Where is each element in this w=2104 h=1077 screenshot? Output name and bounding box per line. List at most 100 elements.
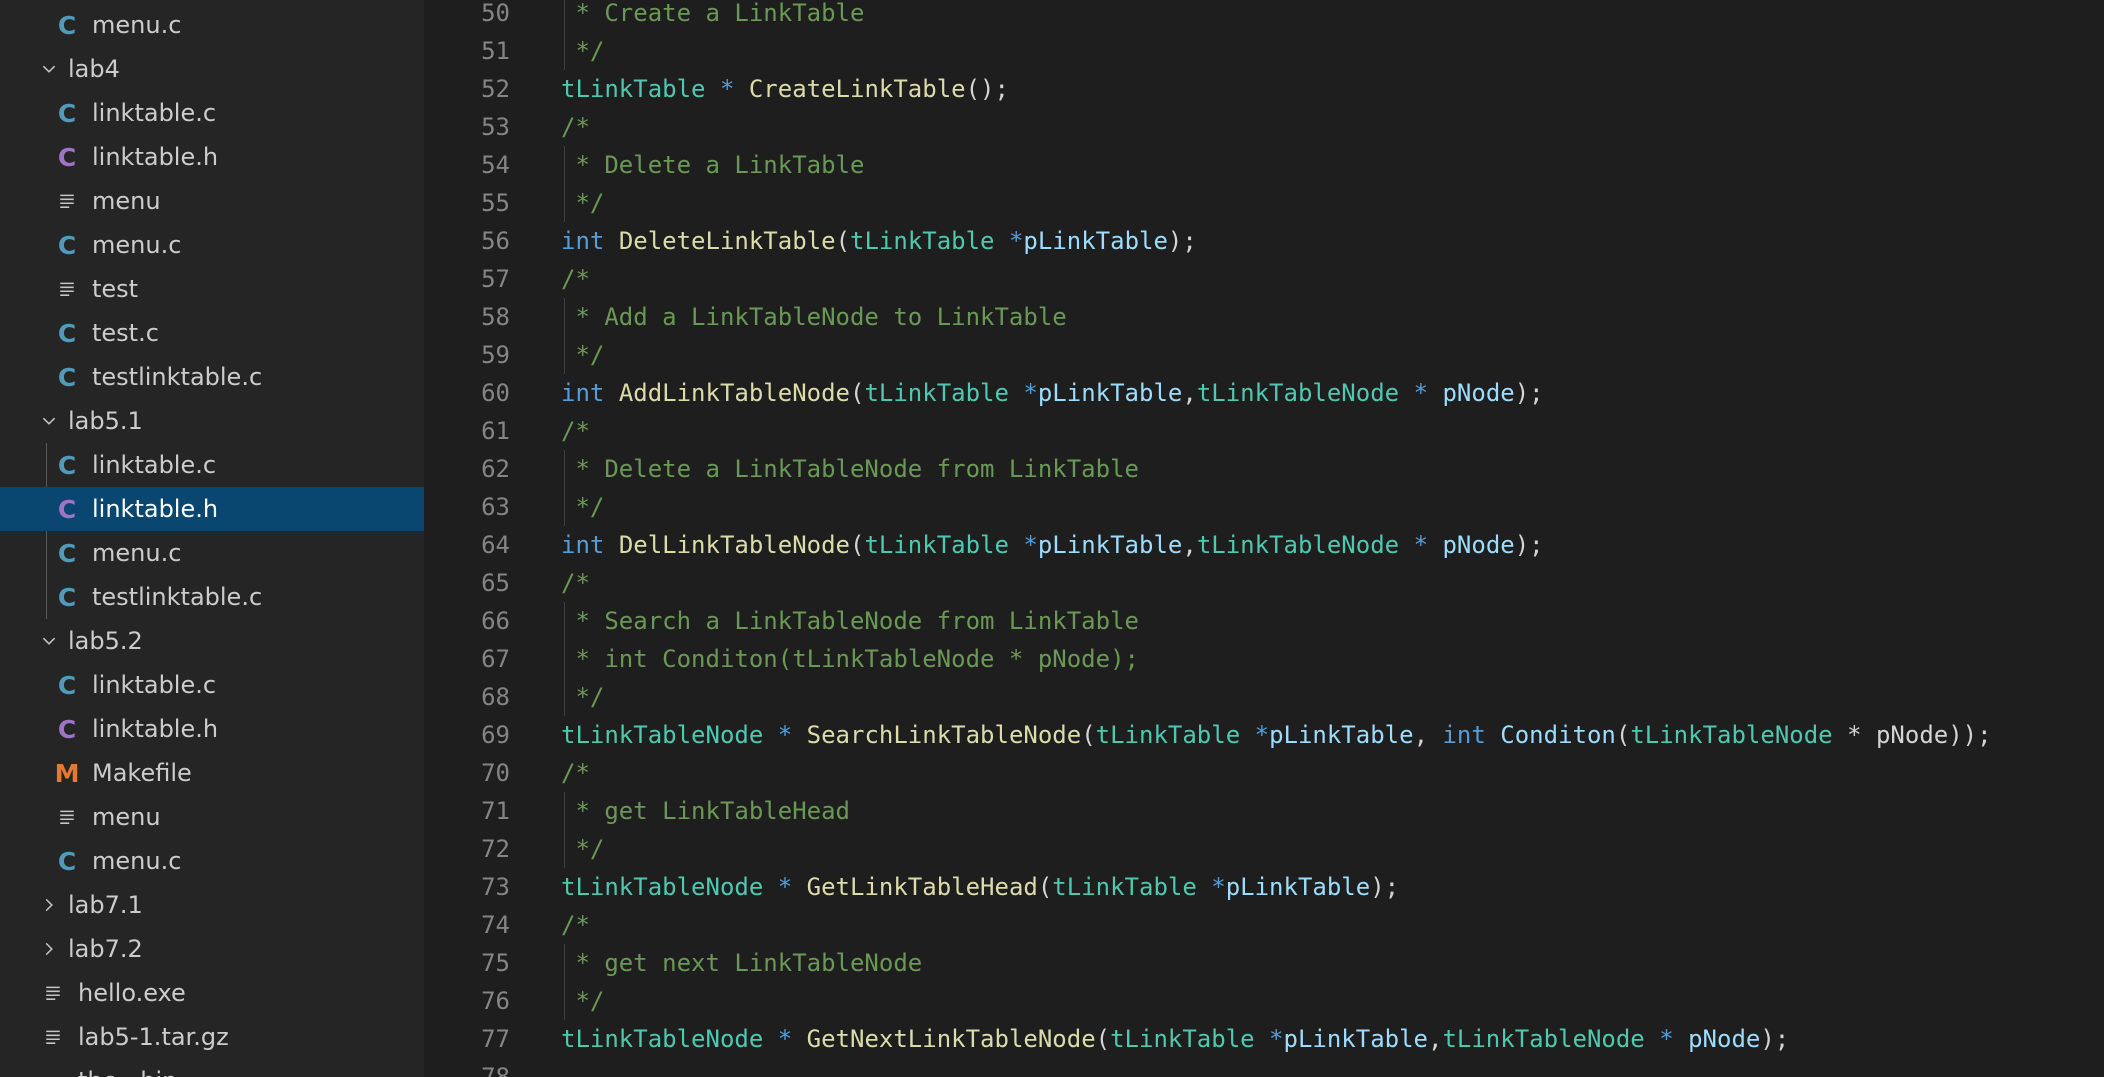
tree-folder[interactable]: lab7.2 [0,927,424,971]
tree-file[interactable]: the...bin [0,1059,424,1077]
code-token: /* [561,265,590,293]
code-line[interactable]: 78 [424,1058,2104,1077]
tree-item-label: lab5.2 [68,627,143,655]
code-token: * pNode)); [1832,721,1992,749]
code-line[interactable]: 53 /* [424,108,2104,146]
c-file-icon: C [57,450,77,480]
line-number: 65 [481,569,510,597]
code-line[interactable]: 52 tLinkTable * CreateLinkTable(); [424,70,2104,108]
code-token: int [1442,721,1486,749]
chevron-right-icon[interactable] [40,927,68,971]
code-line[interactable]: 67 * int Conditon(tLinkTableNode * pNode… [424,640,2104,678]
line-number: 57 [481,265,510,293]
code-token: ); [1167,227,1197,255]
tree-file[interactable]: test [0,267,424,311]
chevron-down-icon[interactable] [40,619,68,663]
code-line[interactable]: 62 * Delete a LinkTableNode from LinkTab… [424,450,2104,488]
tree-file[interactable]: Ctestlinktable.c [0,355,424,399]
tree-file[interactable]: Clinktable.c [0,443,424,487]
tree-file[interactable]: Cmenu.c [0,3,424,47]
chevron-down-icon[interactable] [40,399,68,443]
tree-folder[interactable]: lab7.1 [0,883,424,927]
code-token: pLinkTable [1037,379,1183,407]
tree-folder[interactable]: lab5.2 [0,619,424,663]
code-line[interactable]: 76 */ [424,982,2104,1020]
tree-file[interactable]: Clinktable.c [0,663,424,707]
code-line[interactable]: 54 * Delete a LinkTable [424,146,2104,184]
tree-file[interactable]: Ctest.c [0,311,424,355]
tree-item-label: test.c [92,319,159,347]
code-token: tLinkTableNode [1442,1025,1645,1053]
tree-file[interactable]: Cmenu.c [0,839,424,883]
code-text: /* [561,108,590,146]
code-text: * Add a LinkTableNode to LinkTable [561,298,1066,336]
code-line[interactable]: 74 /* [424,906,2104,944]
tree-file[interactable]: Cmenu.c [0,531,424,575]
tree-file[interactable]: lab5-1.tar.gz [0,1015,424,1059]
code-token: ); [1514,531,1544,559]
code-line[interactable]: 63 */ [424,488,2104,526]
code-token: GetLinkTableHead [806,873,1038,901]
tree-item-label: menu [92,803,161,831]
code-token: */ [561,683,605,711]
chevron-down-icon[interactable] [40,47,68,91]
code-token: , [1182,531,1197,559]
code-line[interactable]: 65 /* [424,564,2104,602]
tree-file[interactable]: M Makefile [0,751,424,795]
code-line[interactable]: 50 * Create a LinkTable [424,0,2104,32]
line-number: 60 [481,379,510,407]
code-line[interactable]: 57 /* [424,260,2104,298]
code-line[interactable]: 64 int DelLinkTableNode(tLinkTable *pLink… [424,526,2104,564]
tree-file[interactable]: hello.exe [0,971,424,1015]
code-line[interactable]: 58 * Add a LinkTableNode to LinkTable [424,298,2104,336]
line-number: 71 [481,797,510,825]
code-token: tLinkTable [850,227,995,255]
code-line[interactable]: 69 tLinkTableNode * SearchLinkTableNode(t… [424,716,2104,754]
code-text: tLinkTableNode * GetNextLinkTableNode(tL… [561,1020,1789,1058]
code-text: */ [561,830,604,868]
tree-item-label: lab7.2 [68,935,143,963]
line-number: 51 [481,37,510,65]
indent-guide [46,575,47,619]
c-file-icon: C [57,538,77,568]
code-line[interactable]: 72 */ [424,830,2104,868]
code-line[interactable]: 75 * get next LinkTableNode [424,944,2104,982]
code-line[interactable]: 66 * Search a LinkTableNode from LinkTab… [424,602,2104,640]
code-line[interactable]: 71 * get LinkTableHead [424,792,2104,830]
code-editor[interactable]: 50 * Create a LinkTable 51 */52 tLinkTable… [424,0,2104,1077]
code-line[interactable]: 55 */ [424,184,2104,222]
code-line[interactable]: 61 /* [424,412,2104,450]
code-line[interactable]: 59 */ [424,336,2104,374]
chevron-right-icon[interactable] [40,883,68,927]
tree-file[interactable]: Clinktable.h [0,707,424,751]
code-token: GetNextLinkTableNode [806,1025,1096,1053]
code-line[interactable]: 56 int DeleteLinkTable(tLinkTable *pLinkT… [424,222,2104,260]
line-number: 66 [481,607,510,635]
tree-file[interactable]: Cmenu.c [0,223,424,267]
code-line[interactable]: 68 */ [424,678,2104,716]
tree-file[interactable]: Clinktable.h [0,487,424,531]
code-token: pNode [1442,379,1515,407]
code-text: * Create a LinkTable [561,0,864,32]
tree-folder[interactable]: lab4 [0,47,424,91]
tree-folder[interactable]: lab5.1 [0,399,424,443]
code-token: * Delete a LinkTableNode from LinkTable [561,455,1139,483]
tree-file[interactable]: menu [0,795,424,839]
code-line[interactable]: 60 int AddLinkTableNode(tLinkTable *pLink… [424,374,2104,412]
tree-file[interactable]: Clinktable.c [0,91,424,135]
code-line[interactable]: 77 tLinkTableNode * GetNextLinkTableNode(… [424,1020,2104,1058]
tree-file[interactable]: Clinktable.h [0,135,424,179]
code-token: * [777,1025,793,1053]
code-line[interactable]: 70 /* [424,754,2104,792]
code-text: * get LinkTableHead [561,792,850,830]
code-line[interactable]: 73 tLinkTableNode * GetLinkTableHead(tLin… [424,868,2104,906]
code-token: tLinkTableNode [1630,721,1833,749]
code-text: * Search a LinkTableNode from LinkTable [561,602,1139,640]
tree-item-label: menu.c [92,11,182,39]
tree-file[interactable]: menu [0,179,424,223]
line-number: 52 [481,75,510,103]
tree-file[interactable]: Ctestlinktable.c [0,575,424,619]
code-line[interactable]: 51 */ [424,32,2104,70]
